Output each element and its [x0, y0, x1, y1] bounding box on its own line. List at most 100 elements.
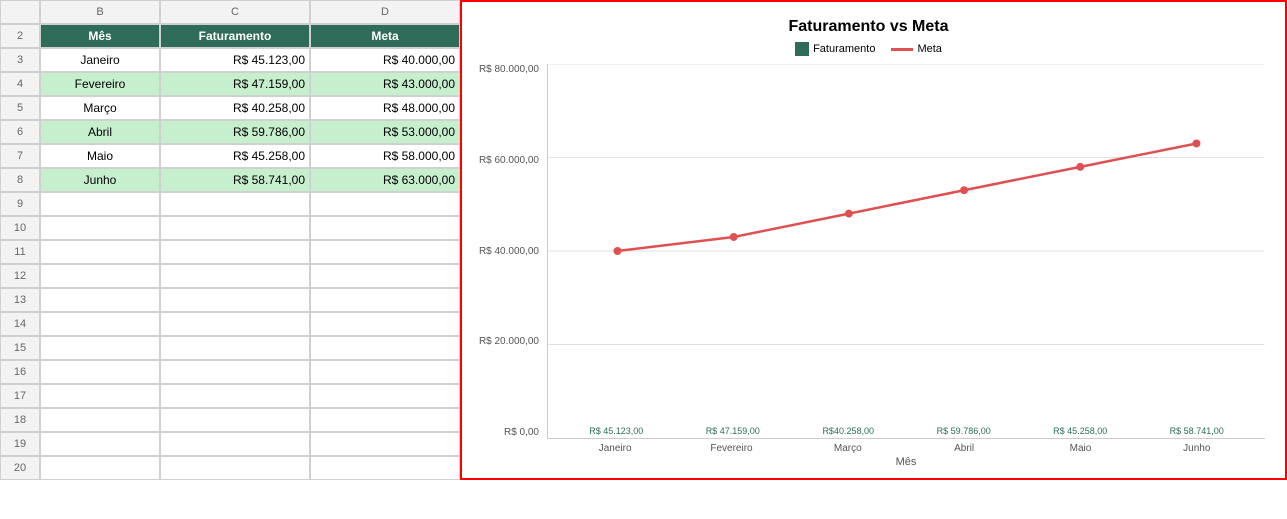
row-11-d [310, 240, 460, 264]
row-5-meta: R$ 48.000,00 [310, 96, 460, 120]
y-label-40k: R$ 40.000,00 [479, 246, 539, 257]
row-10-d [310, 216, 460, 240]
row-11-c [160, 240, 310, 264]
row-14-d [310, 312, 460, 336]
row-4-header: 4 [0, 72, 40, 96]
row-20-header: 20 [0, 456, 40, 480]
x-label-3: Abril [938, 443, 990, 454]
row-12-d [310, 264, 460, 288]
legend-faturamento: Faturamento [795, 42, 875, 56]
x-label-5: Junho [1171, 443, 1223, 454]
row-10-header: 10 [0, 216, 40, 240]
row-15-header: 15 [0, 336, 40, 360]
row-18-header: 18 [0, 408, 40, 432]
x-labels: Janeiro Fevereiro Março Abril Maio Junho [547, 439, 1265, 454]
bar-group-maio: R$ 45.258,00 [1053, 426, 1107, 438]
row-15-c [160, 336, 310, 360]
row-20-d [310, 456, 460, 480]
legend-meta-line [891, 48, 913, 51]
y-label-0: R$ 0,00 [504, 427, 539, 438]
col-c-header: C [160, 0, 310, 24]
bars-area: R$ 45.123,00 R$ 47.159,00 R$40.258,00 R$ 59… [547, 64, 1265, 439]
bar-group-junho: R$ 58.741,00 [1170, 426, 1224, 438]
bar-label-1: R$ 47.159,00 [706, 426, 760, 436]
y-label-60k: R$ 60.000,00 [479, 155, 539, 166]
row-7-meta: R$ 58.000,00 [310, 144, 460, 168]
row-8-mes: Junho [40, 168, 160, 192]
bar-group-março: R$40.258,00 [822, 426, 874, 438]
chart-title: Faturamento vs Meta [472, 18, 1265, 36]
mes-header: Mês [40, 24, 160, 48]
row-6-fat: R$ 59.786,00 [160, 120, 310, 144]
row-18-b [40, 408, 160, 432]
row-15-d [310, 336, 460, 360]
row-10-c [160, 216, 310, 240]
legend-meta-label: Meta [917, 43, 941, 55]
legend-faturamento-box [795, 42, 809, 56]
row-16-c [160, 360, 310, 384]
row-18-c [160, 408, 310, 432]
bar-label-5: R$ 58.741,00 [1170, 426, 1224, 436]
row-19-header: 19 [0, 432, 40, 456]
row-8-fat: R$ 58.741,00 [160, 168, 310, 192]
row-12-c [160, 264, 310, 288]
row-9-d [310, 192, 460, 216]
row-8-meta: R$ 63.000,00 [310, 168, 460, 192]
row-9-header: 9 [0, 192, 40, 216]
row-13-d [310, 288, 460, 312]
row-8-header: 8 [0, 168, 40, 192]
row-5-header: 5 [0, 96, 40, 120]
y-label-20k: R$ 20.000,00 [479, 336, 539, 347]
row-14-header: 14 [0, 312, 40, 336]
row-16-b [40, 360, 160, 384]
row-20-b [40, 456, 160, 480]
y-axis: R$ 80.000,00 R$ 60.000,00 R$ 40.000,00 R… [472, 64, 547, 468]
row-3-header: 3 [0, 48, 40, 72]
col-d-header: D [310, 0, 460, 24]
row-7-header: 7 [0, 144, 40, 168]
row-7-mes: Maio [40, 144, 160, 168]
row-12-header: 12 [0, 264, 40, 288]
row-17-d [310, 384, 460, 408]
row-11-b [40, 240, 160, 264]
x-label-4: Maio [1054, 443, 1106, 454]
bars-container: R$ 45.123,00 R$ 47.159,00 R$40.258,00 R$ 59… [548, 64, 1265, 438]
row-16-d [310, 360, 460, 384]
row-12-b [40, 264, 160, 288]
bar-label-2: R$40.258,00 [822, 426, 874, 436]
bar-label-3: R$ 59.786,00 [937, 426, 991, 436]
row-17-header: 17 [0, 384, 40, 408]
meta-header: Meta [310, 24, 460, 48]
legend-meta: Meta [891, 43, 941, 55]
row-13-c [160, 288, 310, 312]
row-5-mes: Março [40, 96, 160, 120]
chart-inner: R$ 45.123,00 R$ 47.159,00 R$40.258,00 R$ 59… [547, 64, 1265, 468]
row-3-meta: R$ 40.000,00 [310, 48, 460, 72]
row-15-b [40, 336, 160, 360]
legend-faturamento-label: Faturamento [813, 43, 875, 55]
row-6-mes: Abril [40, 120, 160, 144]
faturamento-header: Faturamento [160, 24, 310, 48]
row-4-meta: R$ 43.000,00 [310, 72, 460, 96]
row-4-mes: Fevereiro [40, 72, 160, 96]
row-6-header: 6 [0, 120, 40, 144]
row-16-header: 16 [0, 360, 40, 384]
row-14-c [160, 312, 310, 336]
col-b-header: B [40, 0, 160, 24]
chart-area: Faturamento vs Meta Faturamento Meta R$ … [460, 0, 1287, 480]
x-label-0: Janeiro [589, 443, 641, 454]
row-14-b [40, 312, 160, 336]
row-2-header: 2 [0, 24, 40, 48]
bar-group-janeiro: R$ 45.123,00 [589, 426, 643, 438]
row-6-meta: R$ 53.000,00 [310, 120, 460, 144]
row-7-fat: R$ 45.258,00 [160, 144, 310, 168]
row-3-mes: Janeiro [40, 48, 160, 72]
row-10-b [40, 216, 160, 240]
row-9-c [160, 192, 310, 216]
corner-header [0, 0, 40, 24]
x-label-1: Fevereiro [705, 443, 757, 454]
x-label-2: Março [822, 443, 874, 454]
bar-group-abril: R$ 59.786,00 [937, 426, 991, 438]
row-19-c [160, 432, 310, 456]
bar-group-fevereiro: R$ 47.159,00 [706, 426, 760, 438]
